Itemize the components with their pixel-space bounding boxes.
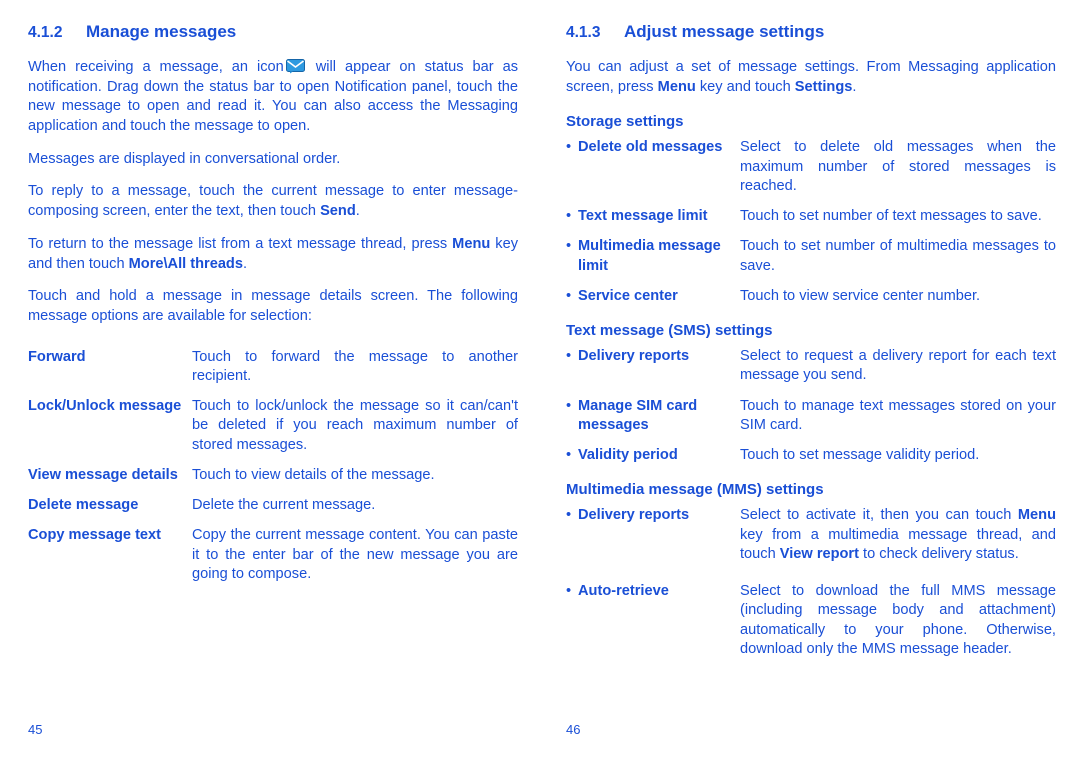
page-number-right: 46 — [566, 722, 581, 737]
paragraph-touch-and-hold: Touch and hold a message in message deta… — [28, 288, 518, 324]
reply-text-part-2: . — [355, 203, 360, 220]
setting-row-manage-sim-card-messages: • Manage SIM card messages Touch to mana… — [566, 397, 1056, 436]
intro-text-part-3: . — [852, 78, 857, 95]
menu-keyword: Menu — [1017, 507, 1056, 524]
setting-term: Multimedia message limit — [578, 238, 721, 274]
bullet-icon: • — [566, 397, 572, 414]
settings-keyword: Settings — [794, 78, 853, 95]
intro-text-part-2: key and touch — [699, 78, 791, 95]
menu-keyword: Menu — [657, 78, 696, 95]
setting-term: Service center — [578, 287, 678, 304]
setting-term: Delivery reports — [578, 348, 690, 365]
reply-text-part-1: To reply to a message, touch the current… — [28, 183, 518, 220]
setting-description: Touch to set number of multimedia messag… — [740, 238, 1056, 274]
setting-row-text-message-limit: • Text message limit Touch to set number… — [566, 207, 1056, 226]
option-row-lock-unlock: Lock/Unlock message Touch to lock/unlock… — [28, 397, 518, 455]
option-term: Forward — [28, 348, 86, 365]
setting-description: Touch to manage text messages stored on … — [740, 397, 1056, 433]
setting-term: Auto-retrieve — [578, 583, 669, 600]
section-title: Manage messages — [86, 22, 237, 41]
right-column: 4.1.3 Adjust message settings You can ad… — [566, 0, 1056, 767]
document-page: 4.1.2 Manage messages When receiving a m… — [0, 0, 1080, 767]
paragraph-conversational-order: Messages are displayed in conversational… — [28, 150, 341, 167]
setting-description: Touch to set message validity period. — [740, 447, 980, 464]
menu-keyword: Menu — [452, 235, 491, 252]
setting-term: Delivery reports — [578, 507, 690, 524]
right-section-heading: 4.1.3 Adjust message settings — [566, 22, 1056, 42]
bullet-icon: • — [566, 507, 572, 524]
bullet-icon: • — [566, 447, 572, 464]
option-row-copy-message-text: Copy message text Copy the current messa… — [28, 526, 518, 584]
option-description: Copy the current message content. You ca… — [192, 527, 518, 582]
return-text-part-3: . — [242, 255, 248, 272]
option-term: Delete message — [28, 497, 139, 514]
option-description: Touch to lock/unlock the message so it c… — [192, 398, 518, 453]
setting-description: Select to request a delivery report for … — [740, 348, 1056, 384]
bullet-icon: • — [566, 208, 572, 225]
mms-desc-part-1: Select to activate it, then you can touc… — [740, 507, 1012, 524]
setting-row-multimedia-message-limit: • Multimedia message limit Touch to set … — [566, 237, 1056, 276]
bullet-icon: • — [566, 238, 572, 255]
view-report-keyword: View report — [779, 545, 859, 562]
setting-term: Text message limit — [578, 208, 708, 225]
option-row-view-details: View message details Touch to view detai… — [28, 466, 518, 485]
setting-description: Select to activate it, then you can touc… — [740, 506, 1056, 564]
setting-description: Select to delete old messages when the m… — [740, 139, 1056, 194]
setting-row-mms-delivery-reports: • Delivery reports Select to activate it… — [566, 506, 1056, 564]
option-description: Touch to view details of the message. — [192, 466, 435, 483]
setting-row-service-center: • Service center Touch to view service c… — [566, 287, 1056, 306]
option-term: Copy message text — [28, 527, 162, 544]
bullet-icon: • — [566, 287, 572, 304]
setting-description: Touch to view service center number. — [740, 287, 981, 304]
option-term: View message details — [28, 466, 178, 483]
setting-row-auto-retrieve: • Auto-retrieve Select to download the f… — [566, 582, 1056, 659]
left-section-heading: 4.1.2 Manage messages — [28, 22, 518, 42]
setting-term: Manage SIM card messages — [578, 397, 698, 433]
setting-row-validity-period: • Validity period Touch to set message v… — [566, 446, 1056, 465]
option-description: Touch to forward the message to another … — [192, 348, 518, 384]
option-row-forward: Forward Touch to forward the message to … — [28, 348, 518, 387]
paragraph-return-to-list: To return to the message list from a tex… — [28, 235, 518, 274]
bullet-icon: • — [566, 583, 572, 600]
bullet-icon: • — [566, 139, 572, 156]
setting-description: Touch to set number of text messages to … — [740, 208, 1042, 225]
subheading-mms-settings: Multimedia message (MMS) settings — [566, 481, 824, 499]
setting-term: Delete old messages — [578, 139, 723, 156]
option-description: Delete the current message. — [192, 497, 376, 514]
paragraph-adjust-settings-intro: You can adjust a set of message settings… — [566, 58, 1056, 97]
return-text-part-1: To return to the message list from a tex… — [28, 235, 448, 252]
paragraph-receiving-message: When receiving a message, an icon will a… — [28, 58, 518, 137]
setting-term: Validity period — [578, 447, 678, 464]
mms-desc-part-3: to check delivery status. — [863, 545, 1019, 562]
setting-description: Select to download the full MMS message … — [740, 583, 1056, 657]
section-number: 4.1.3 — [566, 24, 601, 41]
setting-row-delete-old-messages: • Delete old messages Select to delete o… — [566, 138, 1056, 196]
section-number: 4.1.2 — [28, 24, 63, 41]
send-keyword: Send — [320, 203, 356, 220]
paragraph-text-part-1: When receiving a message, an icon — [28, 59, 284, 75]
more-all-threads-keyword: More\All threads — [128, 255, 243, 272]
section-title: Adjust message settings — [624, 22, 825, 41]
option-term: Lock/Unlock message — [28, 398, 182, 415]
subheading-sms-settings: Text message (SMS) settings — [566, 322, 773, 340]
setting-row-sms-delivery-reports: • Delivery reports Select to request a d… — [566, 347, 1056, 386]
paragraph-reply: To reply to a message, touch the current… — [28, 182, 518, 221]
page-number-left: 45 — [28, 722, 43, 737]
subheading-storage-settings: Storage settings — [566, 113, 684, 131]
left-column: 4.1.2 Manage messages When receiving a m… — [28, 0, 518, 767]
option-row-delete-message: Delete message Delete the current messag… — [28, 496, 518, 515]
bullet-icon: • — [566, 348, 572, 365]
message-icon — [285, 59, 305, 74]
